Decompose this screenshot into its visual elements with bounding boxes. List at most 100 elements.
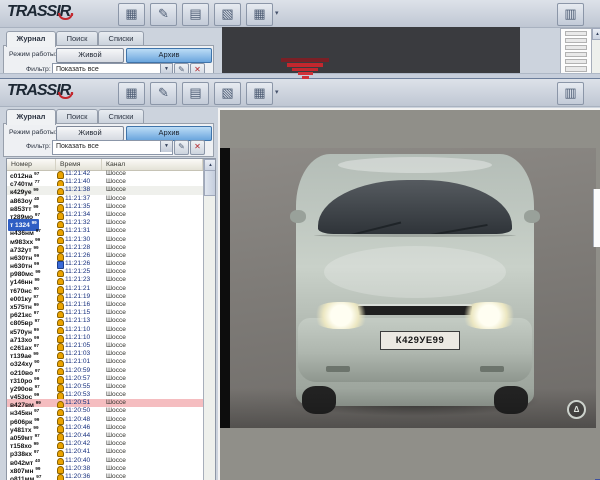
column-header-channel[interactable]: Канал [102,159,203,170]
table-row[interactable]: т 1324 9911:21:32Шоссе [7,219,203,227]
plate-table: Номер Время Канал с012на 9711:21:42Шоссе… [6,158,216,480]
window-main: TRASSIR. ▦ ✎ ▤ ▧ ▦ ▾ ▥ Журнал Поиск Спис… [0,78,600,480]
tab-search[interactable]: Поиск [56,31,98,45]
journal-icon[interactable]: ▤ [182,3,209,26]
snapshot-icon[interactable]: ▧ [214,3,241,26]
tab-lists[interactable]: Списки [98,109,144,123]
time-cell: 11:21:13 [65,317,90,325]
trassir-app: TRASSIR. ▦ ✎ ▤ ▧ ▦ ▾ ▥ Журнал Поиск Спис… [0,0,600,480]
scrollbar-thumb[interactable] [204,170,216,196]
edit-icon[interactable]: ✎ [150,3,177,26]
time-cell: 11:20:55 [65,383,90,391]
archive-button[interactable]: Архив [126,48,212,63]
journal-icon[interactable]: ▤ [182,82,209,105]
column-header-plate[interactable]: Номер [7,159,56,170]
filter-clear-button[interactable]: ✕ [190,140,205,155]
table-row[interactable]: х807мн 9911:20:38Шоссе [7,465,203,473]
monitor-icon[interactable]: ▦ [118,3,145,26]
menu-caret-icon[interactable]: ▾ [275,9,279,17]
tab-lists[interactable]: Списки [98,31,144,45]
time-cell: 11:20:51 [65,399,90,407]
table-row[interactable]: т289мо 9711:21:34Шоссе [7,211,203,219]
table-row[interactable]: т310ро 9911:20:57Шоссе [7,375,203,383]
table-row[interactable]: у146нн 9911:21:23Шоссе [7,276,203,284]
column-header-time[interactable]: Время [56,159,102,170]
table-row[interactable]: а732ут 9911:21:28Шоссе [7,244,203,252]
table-row[interactable]: а059мт 9711:20:44Шоссе [7,432,203,440]
table-row[interactable]: с740тм 7711:21:40Шоссе [7,178,203,186]
camera-thumbnail[interactable] [565,59,587,65]
thumbnail-scrollbar[interactable]: ▲ [591,28,600,73]
time-cell: 11:21:23 [65,276,90,284]
side-scrollbar-sliver[interactable] [593,189,600,247]
table-row[interactable]: р338кх 9711:20:41Шоссе [7,448,203,456]
camera-thumbnail[interactable] [565,38,587,44]
chevron-down-icon[interactable]: ▼ [160,64,172,73]
table-row[interactable]: с261ах 9711:21:05Шоссе [7,342,203,350]
toolbar: TRASSIR. ▦ ✎ ▤ ▧ ▦ ▾ ▥ [0,0,600,28]
tab-journal[interactable]: Журнал [6,109,56,125]
menu-caret-icon[interactable]: ▾ [275,88,279,96]
time-cell: 11:21:10 [65,334,90,342]
table-row[interactable]: е001ку 9711:21:19Шоссе [7,293,203,301]
table-row[interactable]: х575тн 9911:21:16Шоссе [7,301,203,309]
tab-search[interactable]: Поиск [56,109,98,123]
filter-combobox[interactable]: Показать все▼ [52,63,173,73]
table-row[interactable]: а713хо 9911:21:10Шоссе [7,334,203,342]
camera-thumbnail[interactable] [565,52,587,58]
table-row[interactable]: в427вм 9911:20:51Шоссе [7,399,203,407]
camera-thumbnail[interactable] [565,66,587,72]
snapshot-icon[interactable]: ▧ [214,82,241,105]
table-row[interactable]: о811мм 9711:20:36Шоссе [7,473,203,480]
archive-button[interactable]: Архив [126,126,212,141]
live-button[interactable]: Живой [56,126,124,141]
table-row[interactable]: т670нс 9011:21:21Шоссе [7,285,203,293]
channel-cell: Шоссе [106,367,126,375]
table-scrollbar[interactable]: ▲ [203,159,215,480]
table-row[interactable]: а863оу 4011:21:37Шоссе [7,195,203,203]
table-row[interactable]: у290ов 9711:20:55Шоссе [7,383,203,391]
filter-edit-button[interactable]: ✎ [174,63,189,73]
table-row[interactable]: т158хо 9911:20:42Шоссе [7,440,203,448]
tab-journal[interactable]: Журнал [6,31,56,47]
table-row[interactable]: у481тх 9911:20:46Шоссе [7,424,203,432]
camera-thumbnail[interactable] [565,45,587,51]
chevron-down-icon[interactable]: ▼ [160,141,172,152]
table-row[interactable]: в042мт 4011:20:40Шоссе [7,457,203,465]
table-row[interactable]: н630тн 9911:21:26Шоссе [7,260,203,268]
channel-cell: Шоссе [106,178,126,186]
table-row[interactable]: с012на 9711:21:42Шоссе [7,170,203,178]
table-row[interactable]: м983хх 9911:21:30Шоссе [7,236,203,244]
filter-edit-button[interactable]: ✎ [174,140,189,155]
table-row[interactable]: у453ос 9911:20:53Шоссе [7,391,203,399]
monitor-icon[interactable]: ▦ [118,82,145,105]
channel-cell: Шоссе [106,301,126,309]
table-row[interactable]: т139ае 9911:21:03Шоссе [7,350,203,358]
table-row[interactable]: о210во 9711:20:59Шоссе [7,367,203,375]
table-row[interactable]: к570ун 9911:21:10Шоссе [7,326,203,334]
grid-menu-icon[interactable]: ▦ [246,82,273,105]
filter-label: Фильтр: [26,143,51,150]
time-cell: 11:20:38 [65,465,90,473]
table-row[interactable]: о324ху 9011:21:01Шоссе [7,358,203,366]
grid-menu-icon[interactable]: ▦ [246,3,273,26]
table-row[interactable]: н436нм 9711:21:31Шоссе [7,227,203,235]
filter-clear-button[interactable]: ✕ [190,63,205,73]
table-row[interactable]: к429уе 9911:21:38Шоссе [7,186,203,194]
table-row[interactable]: н630тн 9911:21:26Шоссе [7,252,203,260]
table-row[interactable]: с805вр 9711:21:13Шоссе [7,317,203,325]
live-button[interactable]: Живой [56,48,124,63]
scroll-up-icon[interactable]: ▲ [592,28,600,40]
panel-icon[interactable]: ▥ [557,3,584,26]
time-cell: 11:21:16 [65,301,90,309]
table-row[interactable]: н345кн 9711:20:50Шоссе [7,407,203,415]
table-row[interactable]: р980мс 9911:21:25Шоссе [7,268,203,276]
edit-icon[interactable]: ✎ [150,82,177,105]
filter-combobox[interactable]: Показать все▼ [52,140,173,155]
panel-icon[interactable]: ▥ [557,82,584,105]
channel-cell: Шоссе [106,317,126,325]
table-row[interactable]: в853тт 9911:21:35Шоссе [7,203,203,211]
table-row[interactable]: р606рк 9911:20:48Шоссе [7,416,203,424]
table-row[interactable]: р621кс 9711:21:15Шоссе [7,309,203,317]
camera-thumbnail[interactable] [565,31,587,37]
